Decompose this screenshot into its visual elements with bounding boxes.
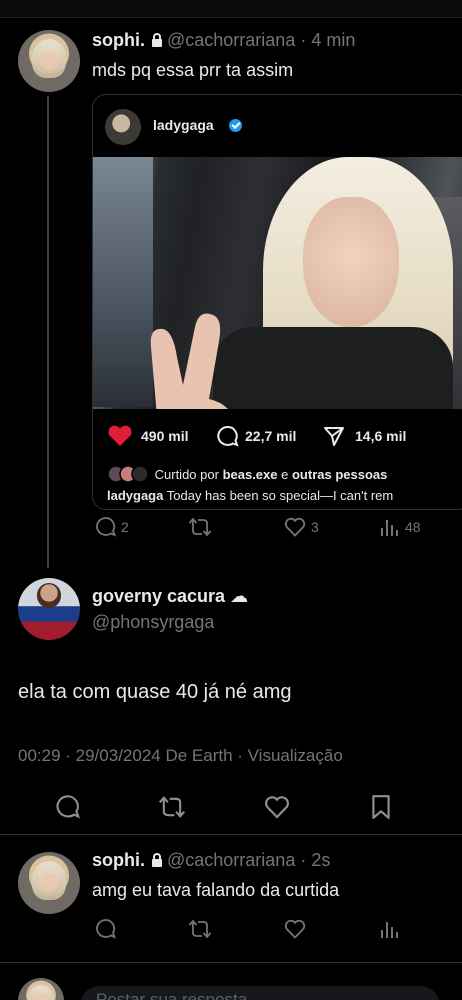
liked-by-row: Curtido por beas.exe e outras pessoas <box>107 465 387 483</box>
display-name[interactable]: sophi. <box>92 30 145 50</box>
post-meta[interactable]: 00:29 · 29/03/2024 De Earth · Visualizaç… <box>18 746 343 766</box>
divider <box>0 962 462 963</box>
retweet-icon <box>158 796 186 818</box>
post-header: sophi. @cachorrariana · 4 min <box>92 30 355 51</box>
post-header: sophi. @cachorrariana · 2s <box>92 850 330 871</box>
bookmark-button[interactable] <box>370 794 392 820</box>
heart-icon <box>284 517 306 537</box>
retweet-icon <box>188 517 212 537</box>
name-emoji: ☁ <box>230 586 249 606</box>
post-text: amg eu tava falando da curtida <box>92 880 340 900</box>
like-button[interactable] <box>284 918 306 940</box>
reply-button[interactable]: 2 <box>94 516 129 538</box>
retweet-icon <box>188 919 212 939</box>
retweet-button[interactable] <box>188 516 212 538</box>
views-icon <box>381 922 398 938</box>
timestamp[interactable]: · 4 min <box>300 30 355 50</box>
comment-icon <box>217 426 239 447</box>
liked-avatars-icon <box>107 465 149 483</box>
like-count: 3 <box>311 519 319 535</box>
quoted-photo[interactable] <box>93 157 462 409</box>
handle[interactable]: @cachorrariana <box>167 850 295 870</box>
quoted-account-name: ladygaga <box>153 117 214 133</box>
heart-filled-icon <box>108 425 132 446</box>
avatar[interactable] <box>18 30 80 92</box>
reply-button[interactable] <box>94 918 116 940</box>
composer-avatar[interactable] <box>18 978 64 1000</box>
views-button[interactable] <box>380 918 400 940</box>
timestamp[interactable]: · 2s <box>300 850 330 870</box>
quoted-caption: ladygaga Today has been so special—I can… <box>107 488 394 503</box>
retweet-button[interactable] <box>158 794 186 820</box>
send-icon <box>324 427 344 446</box>
quoted-shares: 14,6 mil <box>355 428 407 444</box>
divider <box>0 834 462 835</box>
display-name[interactable]: governy cacura <box>92 586 225 606</box>
post-text: ela ta com quase 40 já né amg <box>18 681 292 703</box>
quoted-post[interactable]: ladygaga 490 mil 22,7 mil 14,6 mil Curti… <box>92 94 462 510</box>
like-button[interactable] <box>264 794 290 820</box>
handle[interactable]: @cachorrariana <box>167 30 295 50</box>
quoted-likes: 490 mil <box>141 428 189 444</box>
quoted-avatar <box>105 109 141 145</box>
lock-icon <box>152 853 162 867</box>
status-bar <box>0 0 462 18</box>
bookmark-icon <box>372 795 390 819</box>
reply-icon <box>56 795 80 819</box>
avatar[interactable] <box>18 578 80 640</box>
handle[interactable]: @phonsyrgaga <box>92 612 214 633</box>
reply-placeholder: Postar sua resposta <box>96 990 248 1000</box>
heart-icon <box>284 919 306 939</box>
views-icon <box>381 520 398 536</box>
reply-count: 2 <box>121 519 129 535</box>
reply-button[interactable] <box>54 794 80 820</box>
retweet-button[interactable] <box>188 918 212 940</box>
quoted-comments: 22,7 mil <box>245 428 297 444</box>
post-header: governy cacura ☁ <box>92 586 248 607</box>
views-button[interactable]: 48 <box>380 516 421 538</box>
views-count: 48 <box>405 519 421 535</box>
reply-icon <box>96 517 116 537</box>
post-text: mds pq essa prr ta assim <box>92 60 294 80</box>
verified-icon <box>229 119 242 132</box>
like-button[interactable]: 3 <box>284 516 319 538</box>
reply-icon <box>96 919 116 939</box>
avatar[interactable] <box>18 852 80 914</box>
lock-icon <box>152 33 162 47</box>
thread-line <box>47 96 49 568</box>
display-name[interactable]: sophi. <box>92 850 145 870</box>
heart-icon <box>265 796 289 819</box>
